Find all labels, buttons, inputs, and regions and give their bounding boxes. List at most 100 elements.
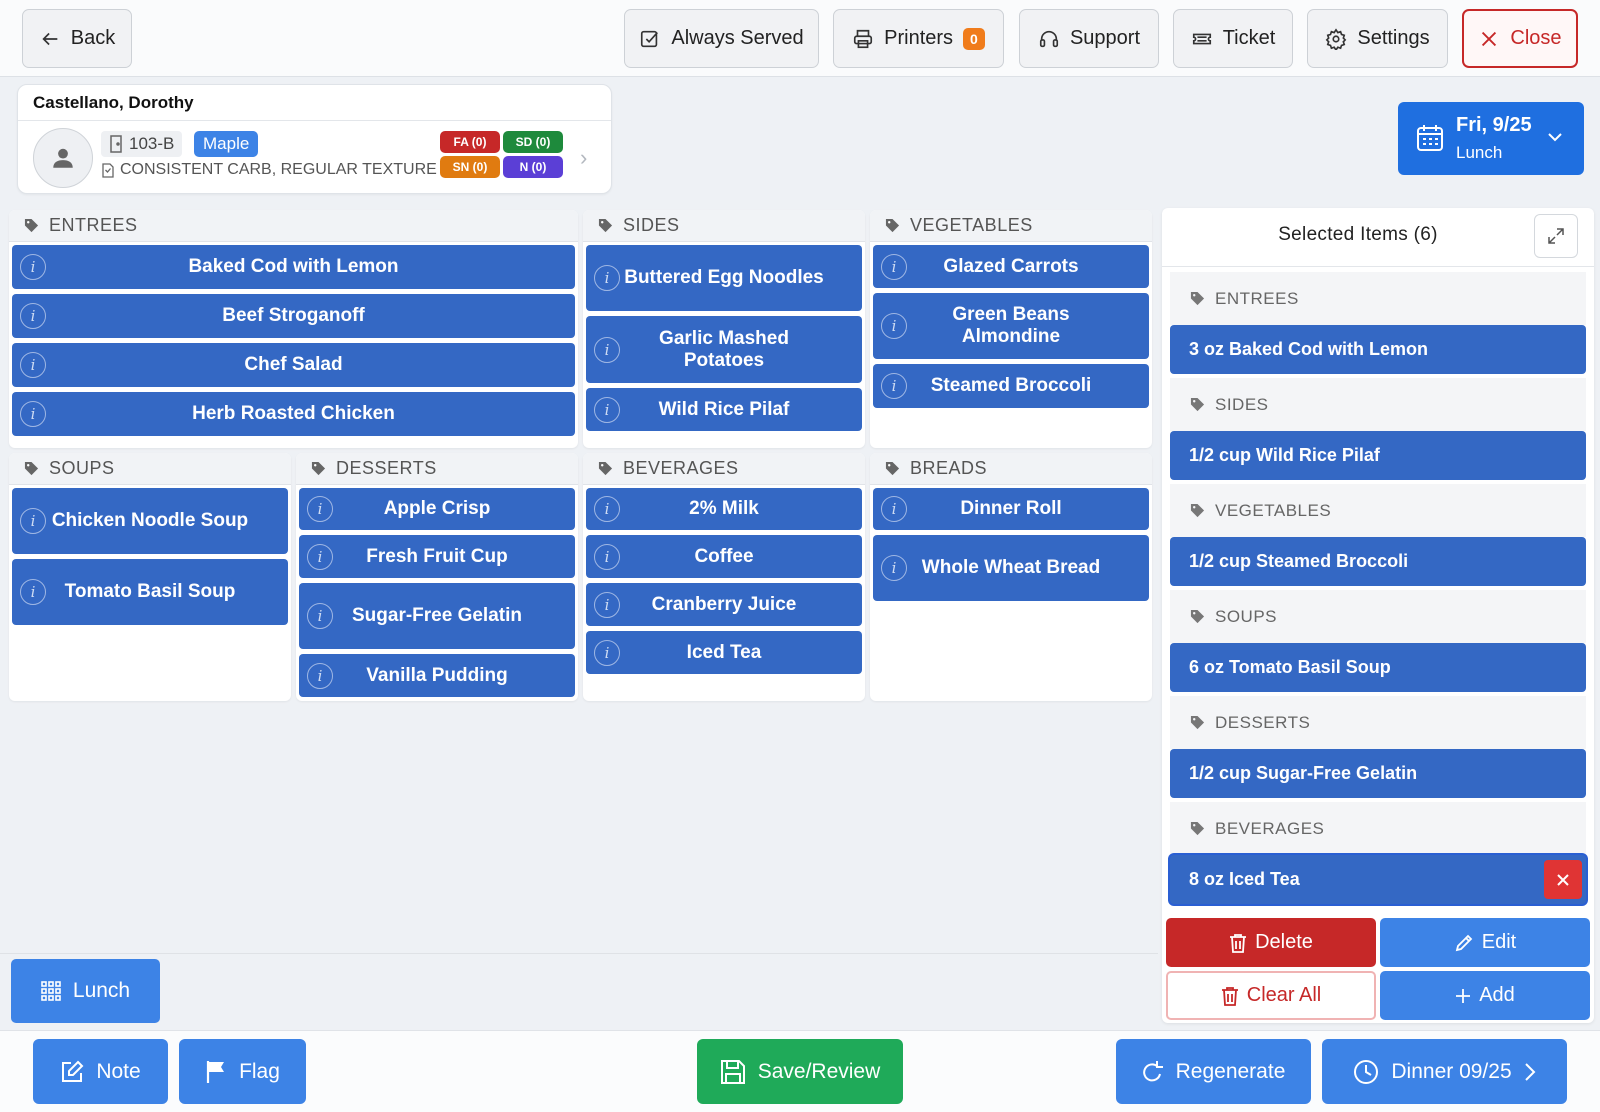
always-served-label: Always Served [671, 27, 804, 49]
menu-item[interactable]: i Whole Wheat Bread [873, 535, 1149, 601]
selected-category-label: SOUPS [1215, 606, 1278, 626]
tag-icon [1190, 503, 1205, 518]
selected-item[interactable]: 1/2 cup Steamed Broccoli [1170, 537, 1586, 586]
info-icon[interactable]: i [594, 639, 620, 666]
patient-card[interactable]: Castellano, Dorothy 103-B Maple CONSISTE… [17, 84, 612, 194]
info-icon[interactable]: i [307, 603, 333, 629]
info-icon[interactable]: i [881, 313, 907, 339]
selected-item[interactable]: 6 oz Tomato Basil Soup [1170, 643, 1586, 692]
flag-button[interactable]: Flag [179, 1039, 306, 1104]
category-title: SOUPS [49, 458, 115, 478]
menu-item[interactable]: i Fresh Fruit Cup [299, 535, 575, 578]
info-icon[interactable]: i [20, 579, 46, 605]
info-icon[interactable]: i [20, 508, 46, 534]
menu-item[interactable]: i Apple Crisp [299, 488, 575, 530]
selected-item[interactable]: 1/2 cup Sugar-Free Gelatin [1170, 749, 1586, 798]
arrow-left-icon [42, 32, 58, 45]
menu-item[interactable]: i Steamed Broccoli [873, 364, 1149, 408]
menu-item[interactable]: i Garlic Mashed Potatoes [586, 316, 862, 383]
close-icon [1482, 31, 1497, 46]
close-button[interactable]: Close [1462, 9, 1578, 68]
menu-item[interactable]: i Tomato Basil Soup [12, 559, 288, 625]
info-icon[interactable]: i [594, 591, 620, 618]
menu-item[interactable]: i Dinner Roll [873, 488, 1149, 530]
menu-item[interactable]: i Wild Rice Pilaf [586, 388, 862, 431]
menu-item[interactable]: i Chicken Noodle Soup [12, 488, 288, 554]
chevron-right-icon[interactable]: › [580, 145, 587, 171]
document-icon [102, 162, 114, 178]
ticket-button[interactable]: Ticket [1173, 9, 1293, 68]
info-icon[interactable]: i [881, 373, 907, 399]
menu-item[interactable]: i Iced Tea [586, 631, 862, 674]
menu-item[interactable]: i Buttered Egg Noodles [586, 245, 862, 311]
info-icon[interactable]: i [307, 496, 333, 522]
menu-item[interactable]: i Beef Stroganoff [12, 294, 575, 338]
menu-item[interactable]: i Cranberry Juice [586, 583, 862, 626]
menu-item[interactable]: i Herb Roasted Chicken [12, 392, 575, 436]
info-icon[interactable]: i [594, 396, 620, 423]
selected-category: DESSERTS [1170, 696, 1586, 749]
back-button[interactable]: Back [22, 9, 132, 68]
delete-button[interactable]: Delete [1166, 918, 1376, 967]
category-header: ENTREES [9, 210, 578, 242]
date-meal-selector[interactable]: Fri, 9/25 Lunch [1398, 102, 1584, 175]
info-icon[interactable]: i [20, 401, 46, 427]
info-icon[interactable]: i [20, 303, 46, 329]
save-review-button[interactable]: Save/Review [697, 1039, 903, 1104]
expand-icon [1548, 228, 1564, 244]
selected-category: VEGETABLES [1170, 484, 1586, 537]
info-icon[interactable]: i [20, 254, 46, 280]
info-icon[interactable]: i [881, 555, 907, 581]
support-button[interactable]: Support [1019, 9, 1159, 68]
meal-grid-button[interactable]: Lunch [11, 959, 160, 1023]
selected-item-label: 6 oz Tomato Basil Soup [1189, 657, 1391, 677]
info-icon[interactable]: i [20, 352, 46, 378]
menu-item[interactable]: i Vanilla Pudding [299, 654, 575, 697]
info-icon[interactable]: i [594, 496, 620, 522]
selected-item[interactable]: 1/2 cup Wild Rice Pilaf [1170, 431, 1586, 480]
clear-all-button[interactable]: Clear All [1166, 971, 1376, 1020]
info-icon[interactable]: i [307, 662, 333, 689]
menu-item[interactable]: i Baked Cod with Lemon [12, 245, 575, 289]
menu-item[interactable]: i Chef Salad [12, 343, 575, 387]
tag-sn-label: SN (0) [452, 160, 488, 174]
ticket-label: Ticket [1222, 27, 1276, 49]
category-title: ENTREES [49, 215, 138, 235]
tag-icon [885, 218, 900, 233]
selected-category-label: DESSERTS [1215, 712, 1311, 732]
settings-label: Settings [1357, 27, 1430, 49]
info-icon[interactable]: i [594, 336, 620, 363]
next-meal-button[interactable]: Dinner 09/25 [1322, 1039, 1567, 1104]
date-day: Fri, 9/25 [1456, 114, 1532, 136]
note-button[interactable]: Note [33, 1039, 168, 1104]
category-header: SOUPS [9, 453, 291, 485]
selected-item-active[interactable]: 8 oz Iced Tea [1170, 855, 1586, 904]
printers-button[interactable]: Printers 0 [833, 9, 1004, 68]
expand-button[interactable] [1534, 214, 1578, 258]
menu-item[interactable]: i Sugar-Free Gelatin [299, 583, 575, 649]
headset-icon [1039, 30, 1059, 47]
info-icon[interactable]: i [881, 496, 907, 522]
always-served-button[interactable]: Always Served [624, 9, 819, 68]
category-header: SIDES [583, 210, 865, 242]
menu-item[interactable]: i Glazed Carrots [873, 245, 1149, 288]
door-icon [110, 135, 122, 153]
remove-item-button[interactable] [1544, 860, 1582, 899]
settings-button[interactable]: Settings [1307, 9, 1448, 68]
edit-label: Edit [1481, 931, 1517, 953]
divider [0, 953, 1158, 954]
info-icon[interactable]: i [307, 543, 333, 570]
info-icon[interactable]: i [594, 265, 620, 291]
checkbox-icon [641, 30, 659, 47]
info-icon[interactable]: i [594, 543, 620, 570]
menu-item[interactable]: i 2% Milk [586, 488, 862, 530]
category-title: BEVERAGES [623, 458, 739, 478]
regenerate-button[interactable]: Regenerate [1116, 1039, 1311, 1104]
menu-item[interactable]: i Coffee [586, 535, 862, 578]
info-icon[interactable]: i [881, 253, 907, 280]
menu-item[interactable]: i Green Beans Almondine [873, 293, 1149, 359]
selected-item[interactable]: 3 oz Baked Cod with Lemon [1170, 325, 1586, 374]
add-button[interactable]: Add [1380, 971, 1590, 1020]
delete-label: Delete [1255, 931, 1313, 953]
edit-button[interactable]: Edit [1380, 918, 1590, 967]
